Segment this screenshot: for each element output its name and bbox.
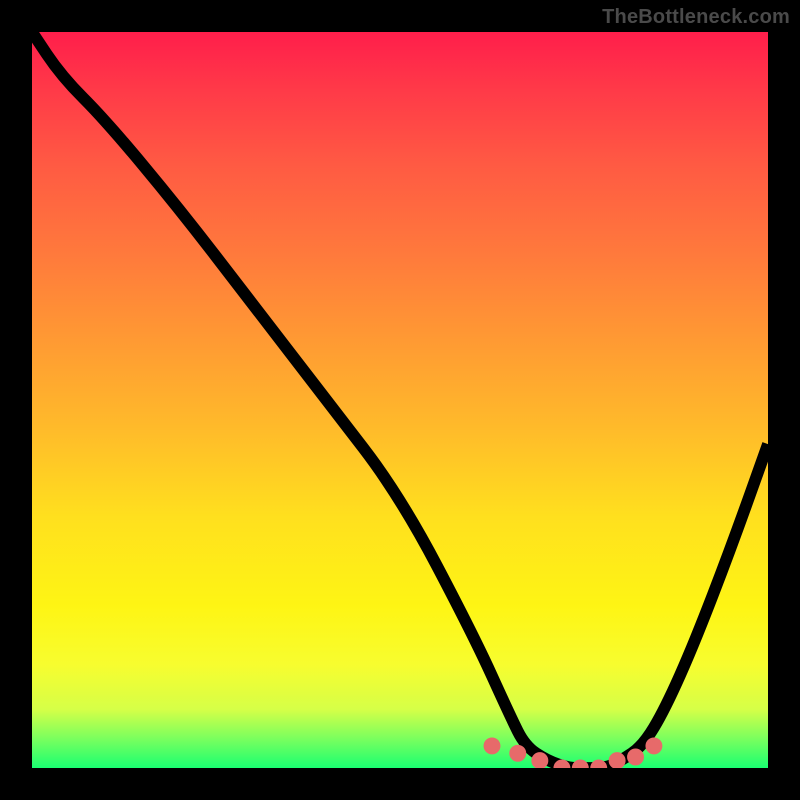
trough-marker	[485, 739, 498, 752]
trough-marker	[555, 761, 568, 768]
trough-marker	[629, 750, 642, 763]
trough-marker	[592, 761, 605, 768]
plot-area	[32, 32, 768, 768]
chart-frame: TheBottleneck.com	[0, 0, 800, 800]
trough-marker	[610, 754, 623, 767]
trough-marker	[533, 754, 546, 767]
chart-svg	[32, 32, 768, 768]
trough-marker	[511, 747, 524, 760]
trough-marker	[574, 761, 587, 768]
bottleneck-curve	[32, 32, 768, 768]
trough-marker	[647, 739, 660, 752]
watermark-text: TheBottleneck.com	[602, 6, 790, 29]
